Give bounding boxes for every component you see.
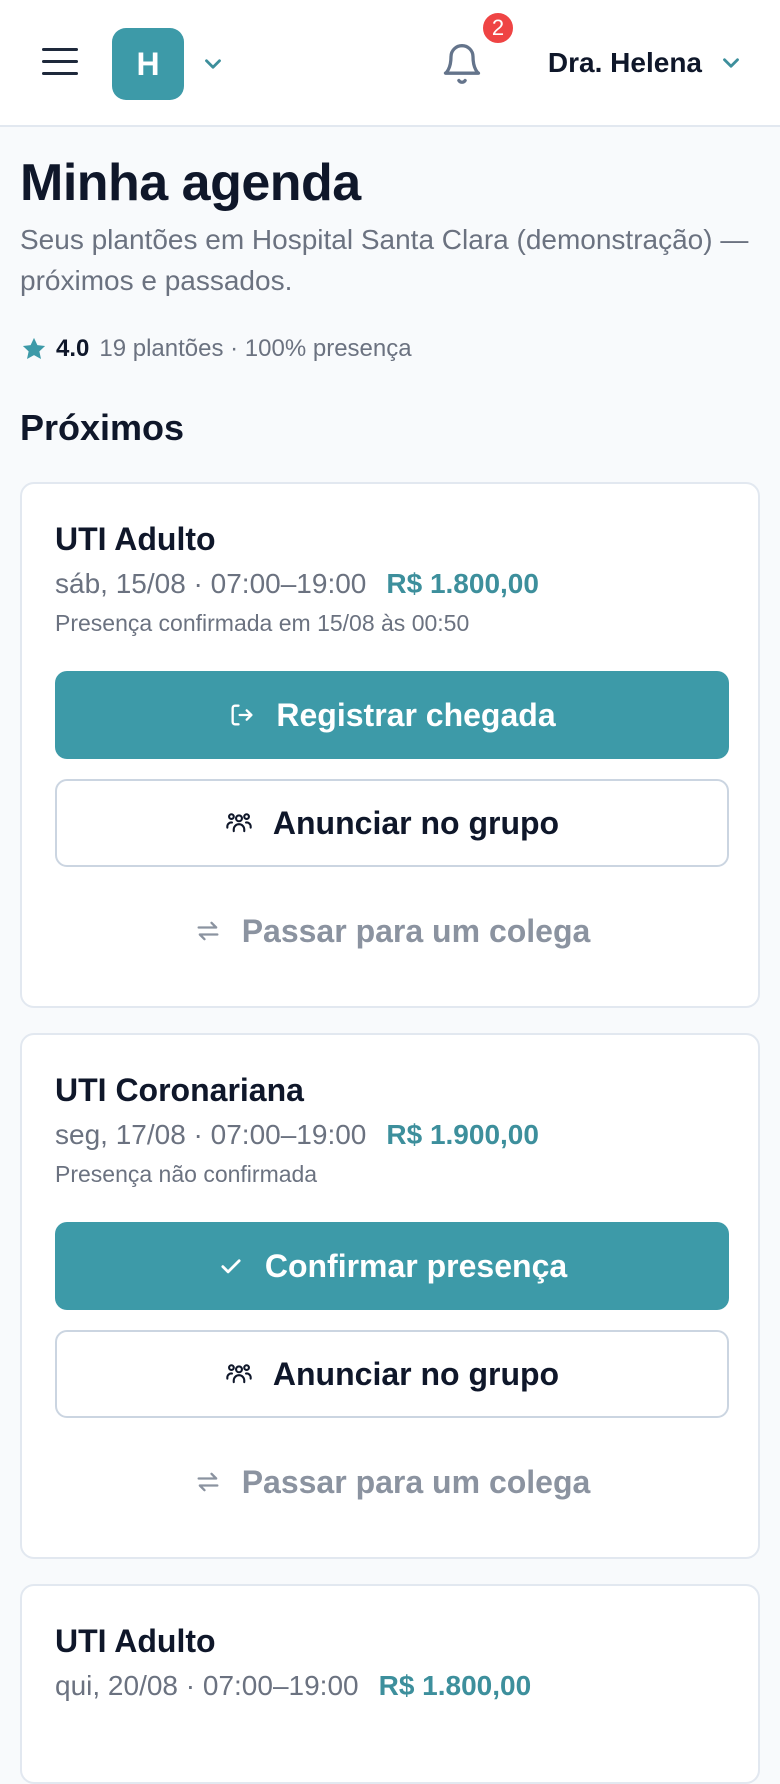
confirm-attendance-button[interactable]: Confirmar presença <box>55 1222 729 1311</box>
shift-unit: UTI Adulto <box>55 521 216 557</box>
top-bar: H 2 Dra. Helena <box>0 0 780 127</box>
rating-score: 4.0 <box>56 335 90 363</box>
attendance-status: Presença não confirmada <box>55 1161 318 1188</box>
notifications-bell-icon[interactable] <box>440 40 484 88</box>
announce-in-group-label: Anunciar no grupo <box>272 1355 560 1392</box>
shift-meta: qui, 20/08 · 07:00–19:00 R$ 1.800,00 <box>55 1670 726 1702</box>
shift-time: seg, 17/08 · 07:00–19:00 <box>55 1119 367 1151</box>
swap-icon <box>197 1473 219 1492</box>
announce-in-group-label: Anunciar no grupo <box>272 804 560 841</box>
swap-icon <box>197 922 219 941</box>
star-icon <box>22 338 46 360</box>
chevron-down-icon <box>205 59 221 69</box>
rating-summary: 4.0 19 plantões · 100% presença <box>20 335 760 363</box>
page-subtitle: Seus plantões em Hospital Santa Clara (d… <box>20 224 749 296</box>
shift-meta: seg, 17/08 · 07:00–19:00 R$ 1.900,00 <box>55 1119 726 1151</box>
shift-price: R$ 1.900,00 <box>386 1119 539 1151</box>
section-title-upcoming: Próximos <box>20 407 185 449</box>
pass-to-colleague-label: Passar para um colega <box>241 912 591 949</box>
organization-avatar: H <box>112 28 184 100</box>
menu-line <box>42 48 78 51</box>
group-icon <box>226 813 252 833</box>
chevron-down-icon <box>723 58 739 68</box>
shift-price: R$ 1.800,00 <box>386 568 539 600</box>
shift-card: UTI Adulto sáb, 15/08 · 07:00–19:00 R$ 1… <box>20 482 760 1008</box>
announce-in-group-button[interactable]: Anunciar no grupo <box>55 1330 729 1419</box>
pass-to-colleague-label: Passar para um colega <box>241 1463 591 1500</box>
shift-meta: sáb, 15/08 · 07:00–19:00 R$ 1.800,00 <box>55 568 726 600</box>
shift-time: qui, 20/08 · 07:00–19:00 <box>55 1670 359 1702</box>
group-icon <box>226 1364 252 1384</box>
pass-to-colleague-button[interactable]: Passar para um colega <box>55 887 729 975</box>
shift-price: R$ 1.800,00 <box>378 1670 532 1702</box>
announce-in-group-button[interactable]: Anunciar no grupo <box>55 779 729 868</box>
main-content: Minha agenda Seus plantões em Hospital S… <box>20 127 760 1784</box>
pass-to-colleague-button[interactable]: Passar para um colega <box>55 1438 729 1526</box>
shift-time: sáb, 15/08 · 07:00–19:00 <box>55 568 367 600</box>
user-name: Dra. Helena <box>547 47 702 78</box>
shift-card: UTI Coronariana seg, 17/08 · 07:00–19:00… <box>20 1033 760 1559</box>
register-arrival-button[interactable]: Registrar chegada <box>55 671 729 760</box>
shift-unit: UTI Coronariana <box>55 1072 304 1108</box>
menu-icon[interactable] <box>40 44 80 80</box>
organization-switcher[interactable]: H <box>112 28 226 100</box>
shift-card: UTI Adulto qui, 20/08 · 07:00–19:00 R$ 1… <box>20 1584 760 1784</box>
notification-count-badge: 2 <box>480 10 516 46</box>
menu-line <box>42 60 78 63</box>
check-icon <box>221 1259 241 1274</box>
user-menu[interactable]: Dra. Helena <box>548 40 744 86</box>
rating-stats: 19 plantões · 100% presença <box>99 335 412 363</box>
shift-unit: UTI Adulto <box>55 1623 216 1659</box>
confirm-attendance-label: Confirmar presença <box>264 1247 568 1284</box>
menu-line <box>42 72 78 75</box>
check-in-icon <box>231 704 253 726</box>
page-title: Minha agenda <box>20 154 361 212</box>
attendance-status: Presença confirmada em 15/08 às 00:50 <box>55 610 470 637</box>
register-arrival-label: Registrar chegada <box>276 696 556 733</box>
